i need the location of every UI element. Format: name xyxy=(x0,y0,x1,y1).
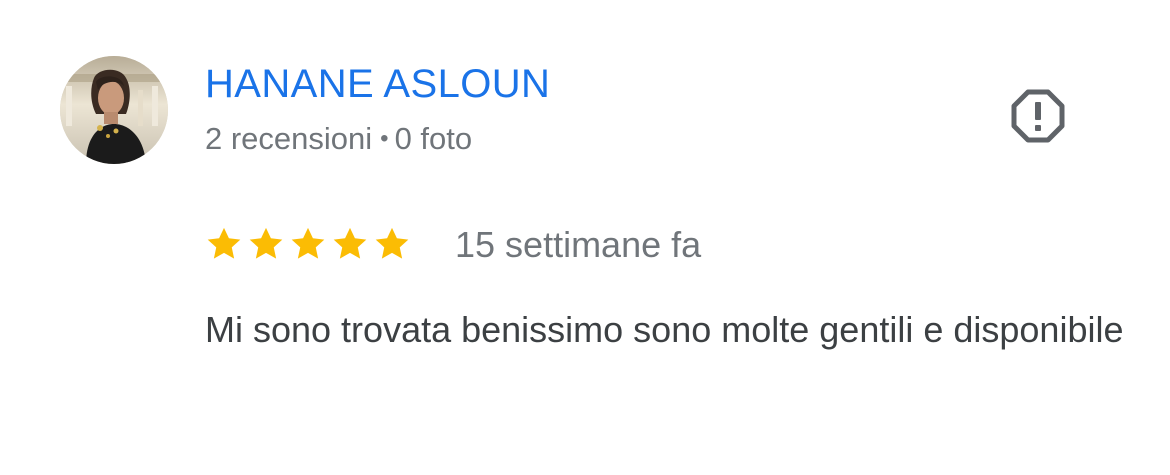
star-icon xyxy=(333,227,367,259)
star-icon xyxy=(249,227,283,259)
review-timestamp: 15 settimane fa xyxy=(455,224,702,265)
meta-separator: • xyxy=(380,125,389,152)
star-icon xyxy=(291,227,325,259)
review-card: HANANE ASLOUN 2 recensioni • 0 foto 15 set… xyxy=(0,0,1170,475)
star-icon xyxy=(207,227,241,259)
report-octagon-icon xyxy=(1011,89,1065,143)
review-body-text: Mi sono trovata benissimo sono molte gen… xyxy=(205,309,1124,350)
star-icon xyxy=(375,227,409,259)
avatar-photo xyxy=(60,56,168,164)
reviews-count: 2 recensioni xyxy=(205,121,373,156)
report-review-button[interactable] xyxy=(1006,86,1070,146)
author-name-link[interactable]: HANANE ASLOUN xyxy=(205,60,550,108)
star-rating xyxy=(205,225,415,263)
author-meta: 2 recensioni • 0 foto xyxy=(205,119,472,159)
author-avatar[interactable] xyxy=(60,56,168,164)
photos-count: 0 foto xyxy=(394,121,473,156)
rating-row: 15 settimane fa xyxy=(205,220,701,268)
